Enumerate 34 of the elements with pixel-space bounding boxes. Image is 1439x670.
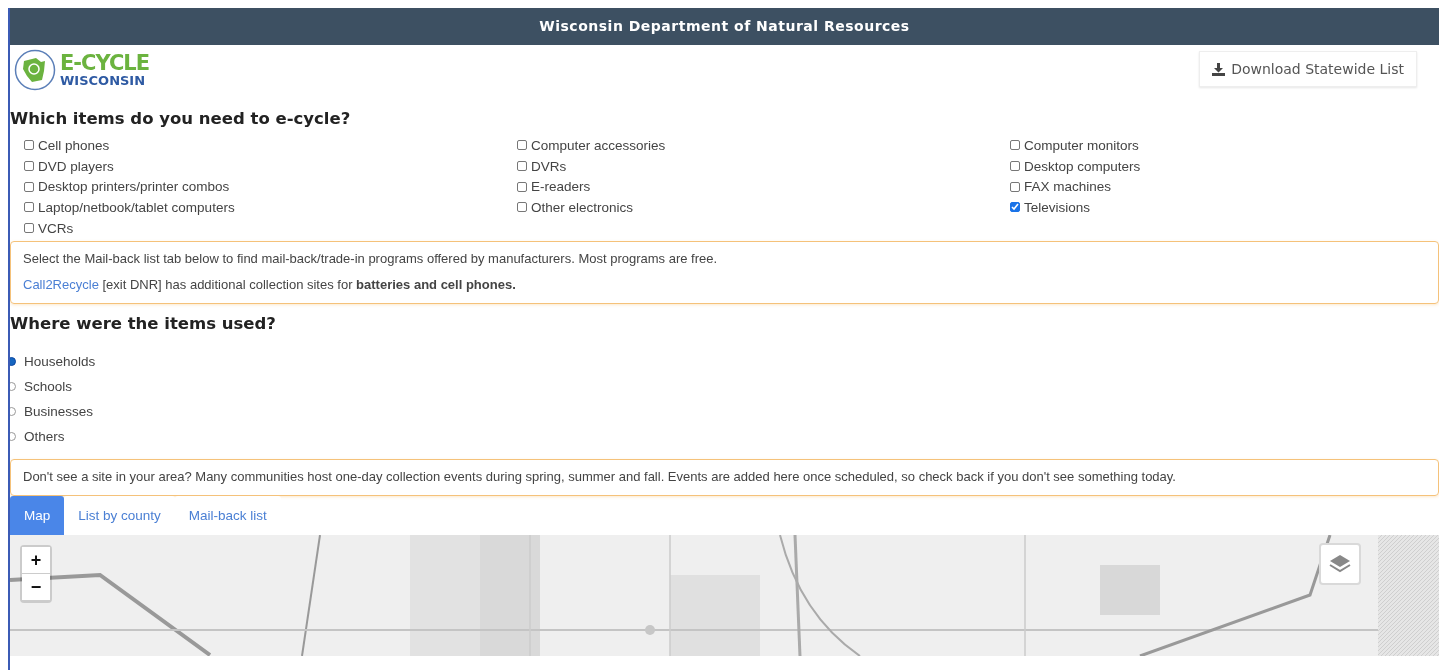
item-checkbox[interactable]: Desktop computers (1010, 156, 1439, 176)
logo-title: E-CYCLE (60, 53, 150, 74)
item-checkbox[interactable]: E-readers (517, 177, 1010, 197)
call2recycle-link[interactable]: Call2Recycle (23, 277, 99, 293)
usage-radio[interactable]: Schools (10, 378, 73, 396)
logo-subtitle: WISCONSIN (60, 74, 147, 87)
header-title: Wisconsin Department of Natural Resources (10, 8, 1439, 45)
item-checkbox[interactable]: Computer monitors (1010, 136, 1439, 155)
checkmark-icon (1011, 203, 1019, 212)
item-checkbox[interactable]: Cell phones (24, 136, 517, 155)
item-checkbox[interactable]: Laptop/netbook/tablet computers (24, 198, 517, 217)
download-button[interactable]: Download Statewide List (1199, 51, 1417, 87)
section-heading: Which items do you need to e-cycle? (10, 109, 352, 128)
usage-radio[interactable]: Others (10, 428, 65, 446)
item-checkbox[interactable]: Computer accessories (517, 136, 1010, 155)
notice-text: Don't see a site in your area? Many communities host one-day collection events during spring, summer and fall. Events are added here once scheduled, so check back if you don't see something today. (23, 469, 1177, 485)
layers-button[interactable] (1319, 543, 1361, 586)
item-checkbox[interactable]: DVRs (517, 156, 1010, 176)
notice-text: Call2Recycle [exit DNR] has additional collection sites for batteries and cell phones. (23, 277, 517, 293)
usage-radio[interactable]: Businesses (10, 403, 94, 421)
item-checkbox[interactable]: VCRs (24, 218, 517, 238)
notice-text: Select the Mail-back list tab below to find mail-back/trade-in programs offered by manufacturers. Most programs are free. (23, 251, 719, 267)
item-checkbox[interactable]: DVD players (24, 156, 517, 176)
logo-icon (14, 49, 56, 91)
item-checkbox[interactable]: Televisions (1010, 198, 1439, 217)
section-heading: Where were the items used? (10, 314, 277, 334)
item-checkbox[interactable]: Desktop printers/printer combos (24, 177, 517, 197)
view-tab[interactable]: Map (10, 496, 65, 536)
item-checkbox[interactable]: Other electronics (517, 198, 1010, 217)
item-checkbox[interactable]: FAX machines (1010, 177, 1439, 197)
download-icon (1212, 62, 1226, 76)
zoom-in-button[interactable]: + (22, 547, 50, 575)
zoom-out-button[interactable]: − (22, 574, 50, 602)
usage-radio[interactable]: Households (10, 353, 96, 371)
